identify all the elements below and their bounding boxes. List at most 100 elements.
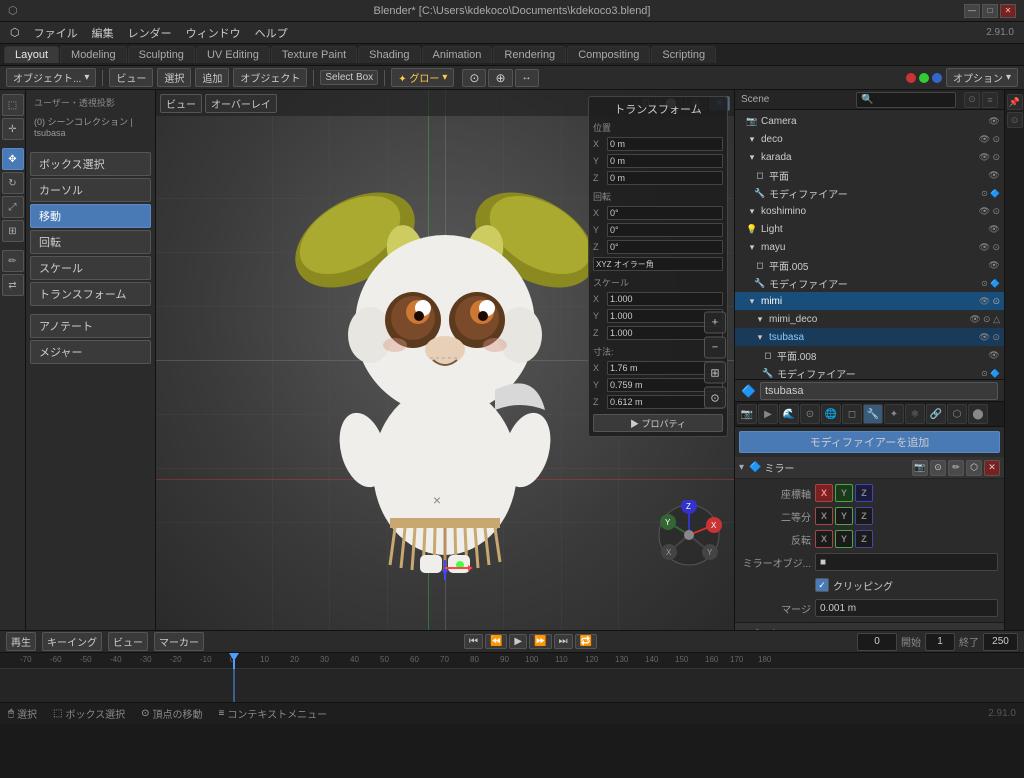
mode-selector[interactable]: オブジェクト... ▾ (6, 68, 96, 87)
tool-move[interactable]: 移動 (30, 204, 151, 228)
viewport[interactable]: × ビュー オーバーレイ ⊡ ⬤ ◎ ☀ (156, 90, 734, 630)
timeline-view-btn[interactable]: ビュー (108, 632, 148, 651)
flip-y-btn[interactable]: Y (835, 530, 853, 548)
clipping-checkbox[interactable]: ✓ (815, 578, 829, 592)
tree-item-heimen[interactable]: ◻ 平面 👁 (735, 166, 1004, 184)
axis-x-btn[interactable]: X (815, 484, 833, 502)
mirror-camera-btn[interactable]: 📷 (912, 460, 928, 476)
tab-rendering[interactable]: Rendering (493, 46, 566, 63)
tool-rotate[interactable]: 回転 (30, 230, 151, 254)
tree-item-deco[interactable]: ▾ deco 👁 ⊙ (735, 130, 1004, 148)
heimen-visibility[interactable]: 👁 (988, 169, 1000, 181)
tab-texture-paint[interactable]: Texture Paint (271, 46, 357, 63)
tree-item-mayu[interactable]: ▾ mayu 👁 ⊙ (735, 238, 1004, 256)
snap-btn[interactable]: ⊙ (462, 69, 486, 87)
object-menu[interactable]: オブジェクト (233, 68, 307, 87)
mimi-visibility[interactable]: 👁 (978, 295, 990, 307)
timeline-play-btn[interactable]: 再生 (6, 632, 36, 651)
viewport-overlay-btn[interactable]: オーバーレイ (205, 94, 277, 113)
menu-blender[interactable]: ⬡ (4, 24, 26, 41)
prop-icon-physics[interactable]: ⚛ (905, 404, 925, 424)
jump-end-btn[interactable]: ⏭ (554, 634, 573, 649)
tree-item-camera[interactable]: 📷 Camera 👁 (735, 112, 1004, 130)
timeline-marker-btn[interactable]: マーカー (154, 632, 204, 651)
tree-item-mimi[interactable]: ▾ mimi 👁 ⊙ (735, 292, 1004, 310)
outliner-search-input[interactable] (856, 92, 956, 108)
menu-render[interactable]: レンダー (122, 23, 178, 43)
prev-frame-btn[interactable]: ⏪ (485, 634, 507, 649)
current-frame-field[interactable] (857, 633, 897, 651)
cursor-tool[interactable]: ✛ (2, 118, 24, 140)
move-tool[interactable]: ✥ (2, 148, 24, 170)
transform-tool[interactable]: ⊞ (2, 220, 24, 242)
prop-icon-data[interactable]: ⬡ (947, 404, 967, 424)
axis-z-btn[interactable]: Z (855, 484, 873, 502)
tool-annotate[interactable]: アノテート (30, 314, 151, 338)
axis-y-btn[interactable]: Y (835, 484, 853, 502)
rot-z-field[interactable]: 0° (607, 240, 723, 254)
tab-animation[interactable]: Animation (422, 46, 493, 63)
tab-compositing[interactable]: Compositing (567, 46, 650, 63)
add-menu[interactable]: 追加 (195, 68, 229, 87)
menu-help[interactable]: ヘルプ (249, 23, 294, 43)
rotate-tool[interactable]: ↻ (2, 172, 24, 194)
right-pin-btn[interactable]: 📌 (1007, 94, 1023, 110)
tab-scripting[interactable]: Scripting (651, 46, 716, 63)
prop-icon-world[interactable]: 🌐 (821, 404, 841, 424)
tsubasa-visibility[interactable]: 👁 (978, 331, 990, 343)
play-btn[interactable]: ▶ (509, 634, 527, 649)
annotate-tool[interactable]: ✏ (2, 250, 24, 272)
prop-icon-material[interactable]: ⬤ (968, 404, 988, 424)
end-frame-field[interactable] (983, 633, 1018, 651)
view-menu[interactable]: ビュー (109, 68, 153, 87)
scale-tool[interactable]: ⤢ (2, 196, 24, 218)
tree-item-modifier-tsubasa[interactable]: 🔧 モディファイアー ⊙ 🔷 (735, 364, 1004, 380)
prop-icon-modifier[interactable]: 🔧 (863, 404, 883, 424)
glow-btn[interactable]: ✦ グロー ▾ (391, 68, 454, 87)
loop-btn[interactable]: 🔁 (575, 634, 597, 649)
measure-tool[interactable]: ⇄ (2, 274, 24, 296)
tab-sculpting[interactable]: Sculpting (128, 46, 195, 63)
prop-icon-scene[interactable]: ⊙ (800, 404, 820, 424)
outliner-sort-btn[interactable]: ≡ (982, 92, 998, 108)
pos-z-field[interactable]: 0 m (607, 171, 723, 185)
karada-visibility[interactable]: 👁 (978, 151, 990, 163)
tree-item-heimen008[interactable]: ◻ 平面.008 👁 (735, 346, 1004, 364)
next-frame-btn[interactable]: ⏩ (529, 634, 551, 649)
close-button[interactable]: ✕ (1000, 4, 1016, 18)
tool-measure[interactable]: メジャー (30, 340, 151, 364)
tab-layout[interactable]: Layout (4, 46, 59, 63)
scale-x-field[interactable]: 1.000 (607, 292, 723, 306)
mimi-deco-visibility[interactable]: 👁 (969, 313, 981, 325)
prop-icon-particles[interactable]: ✦ (884, 404, 904, 424)
tab-modeling[interactable]: Modeling (60, 46, 127, 63)
bisect-z-btn[interactable]: Z (855, 507, 873, 525)
prop-icon-view-layer[interactable]: 🌊 (779, 404, 799, 424)
heimen008-visibility[interactable]: 👁 (988, 349, 1000, 361)
tree-item-light[interactable]: 💡 Light 👁 (735, 220, 1004, 238)
tool-cursor[interactable]: カーソル (30, 178, 151, 202)
menu-window[interactable]: ウィンドウ (180, 23, 247, 43)
mirror-btn[interactable]: ↔ (515, 69, 539, 87)
koshimino-visibility[interactable]: 👁 (978, 205, 990, 217)
outliner-filter-btn[interactable]: ⊙ (964, 92, 980, 108)
object-name-field[interactable] (760, 382, 998, 400)
tree-item-modifier-karada[interactable]: 🔧 モディファイアー ⊙ 🔷 (735, 184, 1004, 202)
mirror-edit-btn[interactable]: ✏ (948, 460, 964, 476)
tree-item-tsubasa[interactable]: ▾ tsubasa 👁 ⊙ (735, 328, 1004, 346)
playhead[interactable] (233, 653, 235, 669)
tab-uv-editing[interactable]: UV Editing (196, 46, 270, 63)
zoom-in-btn[interactable]: + (704, 312, 726, 334)
mirror-obj-field[interactable]: ■ (815, 553, 998, 571)
heimen005-visibility[interactable]: 👁 (988, 259, 1000, 271)
pos-y-field[interactable]: 0 m (607, 154, 723, 168)
minimize-button[interactable]: — (964, 4, 980, 18)
camera-visibility[interactable]: 👁 (988, 115, 1000, 127)
local-global-btn[interactable]: ⊙ (704, 387, 726, 409)
viewport-view-btn[interactable]: ビュー (160, 94, 202, 113)
ortho-persp-btn[interactable]: ⊞ (704, 362, 726, 384)
tree-item-karada[interactable]: ▾ karada 👁 ⊙ (735, 148, 1004, 166)
mirror-delete-btn[interactable]: ✕ (984, 460, 1000, 476)
deco-visibility[interactable]: 👁 (978, 133, 990, 145)
menu-file[interactable]: ファイル (28, 23, 84, 43)
